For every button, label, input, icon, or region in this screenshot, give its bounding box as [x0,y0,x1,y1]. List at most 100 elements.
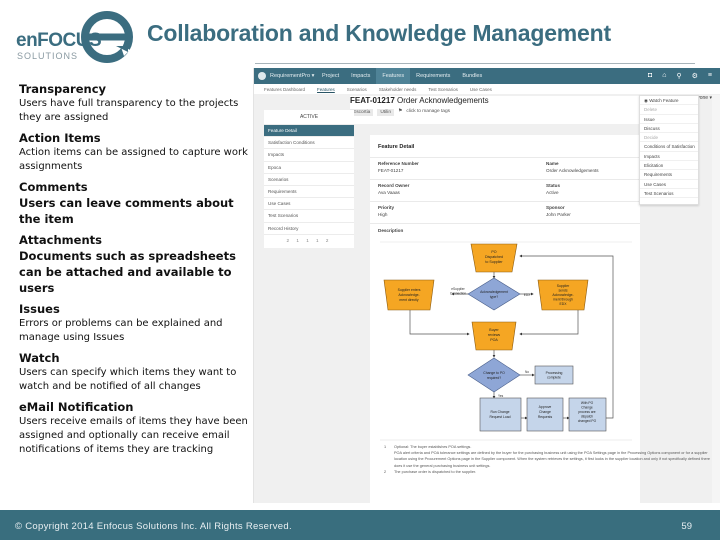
feature-name: Order Acknowledgements [397,96,489,105]
flow-label-edx: EDX [524,293,531,297]
menu-item-requirements[interactable]: Requirements [640,170,698,180]
side-item-impacts[interactable]: Impacts [264,148,354,160]
flow-node-buyer-reviews: Buyer reviews POA [471,321,517,351]
menu-item-watch-feature[interactable]: ◉ Watch Feature [640,96,698,106]
note-text: The purchase order is dispatched to the … [394,469,477,474]
search-icon[interactable]: ⚲ [676,72,681,80]
nav-tab-requirements[interactable]: Requirements [410,68,456,84]
feature-title: Comments [19,180,88,194]
menu-item-delete[interactable]: Delete [640,105,698,115]
feature-issues: Issues Errors or problems can be explain… [19,302,259,345]
field-label: Status [546,183,561,188]
svg-text:Processingcomplete: Processing complete [546,371,563,380]
subnav-features[interactable]: Features [317,87,335,92]
divider [370,179,640,180]
svg-text:ApproveChangeRequests: Approve Change Requests [538,405,553,419]
subnav-use-cases[interactable]: Use Cases [470,87,492,92]
side-panel-counts: 2 1 1 1 2 [264,233,354,246]
note-paragraph: POA alert criteria and POA tolerance set… [394,451,710,468]
menu-item-issue[interactable]: Issue [640,115,698,124]
subnav-test-scenarios[interactable]: Test Scenarios [428,87,458,92]
logo-e-mark-icon [81,11,133,63]
menu-item-impacts[interactable]: Impacts [640,152,698,162]
side-panel-header: ACTIVE [299,114,319,120]
feature-side-panel: ACTIVE Feature Detail Satisfaction Condi… [264,110,354,248]
settings-icon[interactable]: ⚙ [692,72,698,80]
menu-icon[interactable]: ≡ [708,72,712,80]
feature-desc: Documents such as spreadsheets can be at… [19,249,236,295]
enfocus-logo: enFOCUS SOLUTIONS [14,10,134,64]
flow-node-withpo-change: With PO Change process are dispatch changed … [568,397,607,432]
menu-label: Watch Feature [649,98,679,103]
menu-item-conditions-of-satisfaction[interactable]: Conditions of Satisfaction [640,142,698,152]
divider [370,157,640,158]
feature-action-items: Action Items Action items can be assigne… [19,131,259,174]
feature-desc: Users have full transparency to the proj… [19,98,239,123]
menu-item-test-scenarios[interactable]: Test Scenarios [640,189,698,199]
feature-title: Transparency [19,82,107,96]
app-top-nav: RequirementPro ▾ Project Impacts Feature… [254,68,720,84]
field-value: High [378,212,388,217]
side-item-record-history[interactable]: Record History [264,221,354,234]
flow-node-supplier-enters: Supplier enters Acknowledge-ment directly [383,279,435,311]
nav-tab-impacts[interactable]: Impacts [345,68,376,84]
logo-subtext: SOLUTIONS [17,51,79,61]
subnav-scenarios[interactable]: Scenarios [347,87,367,92]
menu-item-elicitation[interactable]: Elicitation [640,161,698,171]
subnav-stakeholder-needs[interactable]: Stakeholder needs [379,87,417,92]
actions-dropdown-menu: ◉ Watch Feature Delete Issue Discuss Dec… [639,95,699,205]
side-item-test-scenarios[interactable]: Test Scenarios [264,209,354,221]
flow-label-esupplier: eSupplier Connection [450,287,466,296]
feature-desc: Errors or problems can be explained and … [19,318,223,343]
menu-item-decide[interactable]: Decide [640,133,698,143]
nav-tab-project[interactable]: Project [316,68,345,84]
feature-watch: Watch Users can specify which items they… [19,351,259,394]
flow-node-ack-type: Acknowledgement type? [467,277,521,311]
feature-desc: Users can specify which items they want … [19,367,237,392]
feature-email-notification: eMail Notification Users receive emails … [19,400,259,457]
copyright-text: © Copyright 2014 Enfocus Solutions Inc. … [15,521,292,532]
svg-text:Run ChangeRequest Load: Run Change Request Load [489,410,510,419]
feature-desc: Action items can be assigned to capture … [19,147,248,172]
side-item-use-cases[interactable]: Use Cases [264,197,354,209]
divider [370,201,640,202]
tag[interactable]: Utilin [377,109,394,116]
chevron-down-icon: ▾ [310,73,315,79]
app-scrollbar[interactable] [712,95,720,503]
side-item-satisfaction-conditions[interactable]: Satisfaction Conditions [264,136,354,148]
menu-item-discuss[interactable]: Discuss [640,124,698,134]
slide-footer: © Copyright 2014 Enfocus Solutions Inc. … [0,510,720,540]
feature-title: eMail Notification [19,400,134,414]
side-item-requirements[interactable]: Requirements [264,184,354,197]
process-flowchart: PO Dispatched to Supplier Supplier enters A… [380,241,632,441]
flow-node-supplier-edx: Supplier sends Acknowledge-ment through EDX [537,279,589,311]
side-item-scenarios[interactable]: Scenarios [264,172,354,185]
field-label: Sponsor [546,205,565,210]
app-brand-label: RequirementPro [270,73,311,79]
app-brand[interactable]: RequirementPro ▾ [258,72,316,80]
field-value: Order Acknowledgements [546,168,599,173]
menu-item-use-cases[interactable]: Use Cases [640,180,698,189]
field-value: Active [546,190,559,195]
flow-node-processing-complete: Processing complete [534,365,574,385]
side-item-feature-detail[interactable]: Feature Detail [264,124,354,137]
manage-tags-link[interactable]: click to manage tags [406,109,450,116]
home-icon[interactable]: ⌂ [662,72,666,80]
side-item-epoca[interactable]: Epoca [264,160,354,173]
subnav-features-dashboard[interactable]: Features Dashboard [264,87,305,92]
features-list: Transparency Users have full transparenc… [19,82,259,463]
flow-label-yes: Yes [498,394,504,398]
field-label: Name [546,161,559,166]
feature-desc: Users can leave comments about the item [19,196,234,226]
nav-tab-bundles[interactable]: Bundles [456,68,488,84]
page-number: 59 [681,521,692,532]
divider [370,223,640,224]
nav-tab-features[interactable]: Features [376,68,411,84]
note-number: 2 [384,469,387,474]
feature-title: Issues [19,302,60,316]
feature-id: FEAT-01217 [350,96,395,105]
feature-comments: Comments Users can leave comments about … [19,180,259,227]
feedback-icon[interactable]: ◘ [648,72,652,80]
field-label: Priority [378,205,395,210]
note-item: 2 The purchase order is dispatched to the… [384,469,714,475]
